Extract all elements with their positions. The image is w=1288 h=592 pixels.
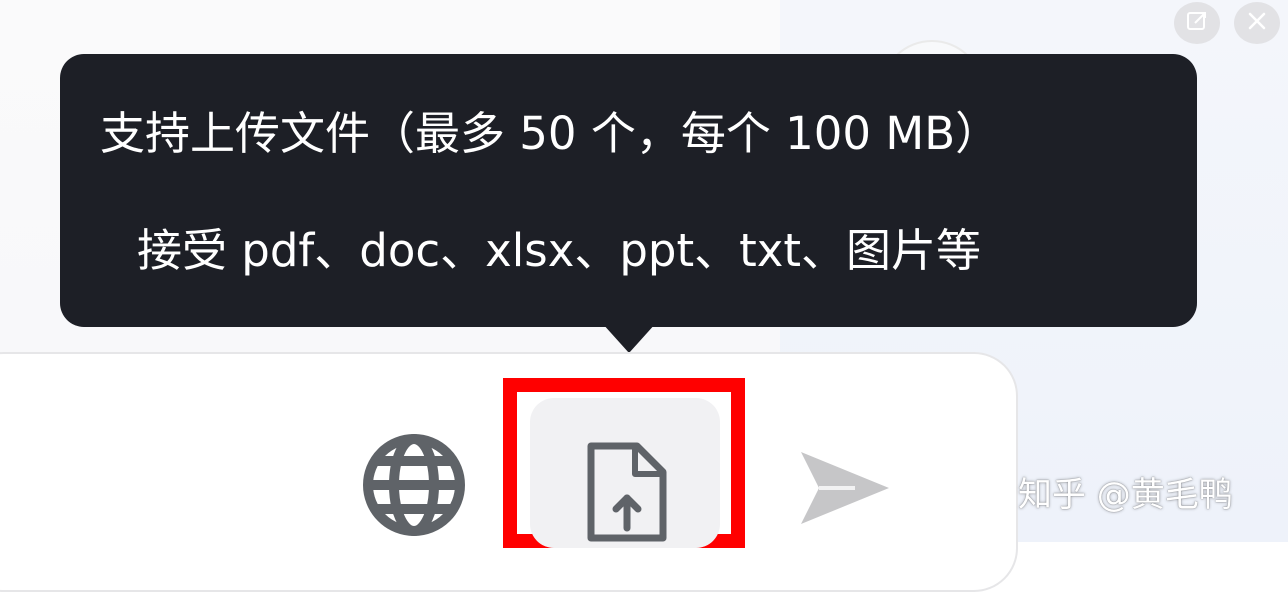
watermark: 知乎 @黄毛鸭 <box>1018 475 1233 515</box>
edit-window-button[interactable] <box>1174 2 1220 44</box>
upload-tooltip: 支持上传文件（最多 50 个，每个 100 MB） 接受 pdf、doc、xls… <box>60 54 1197 327</box>
web-search-button[interactable] <box>355 432 473 542</box>
upload-file-button[interactable] <box>530 398 720 548</box>
tooltip-pointer <box>602 323 656 353</box>
tooltip-upload-limit-text: 支持上传文件（最多 50 个，每个 100 MB） <box>100 107 1001 160</box>
close-button[interactable] <box>1234 2 1280 44</box>
send-button[interactable] <box>790 440 900 540</box>
send-icon <box>795 446 895 534</box>
edit-window-icon <box>1185 9 1209 37</box>
close-icon <box>1245 9 1269 37</box>
tooltip-accepted-formats-text: 接受 pdf、doc、xlsx、ppt、txt、图片等 <box>137 224 982 277</box>
file-upload-icon <box>577 442 673 546</box>
globe-icon <box>358 429 470 545</box>
